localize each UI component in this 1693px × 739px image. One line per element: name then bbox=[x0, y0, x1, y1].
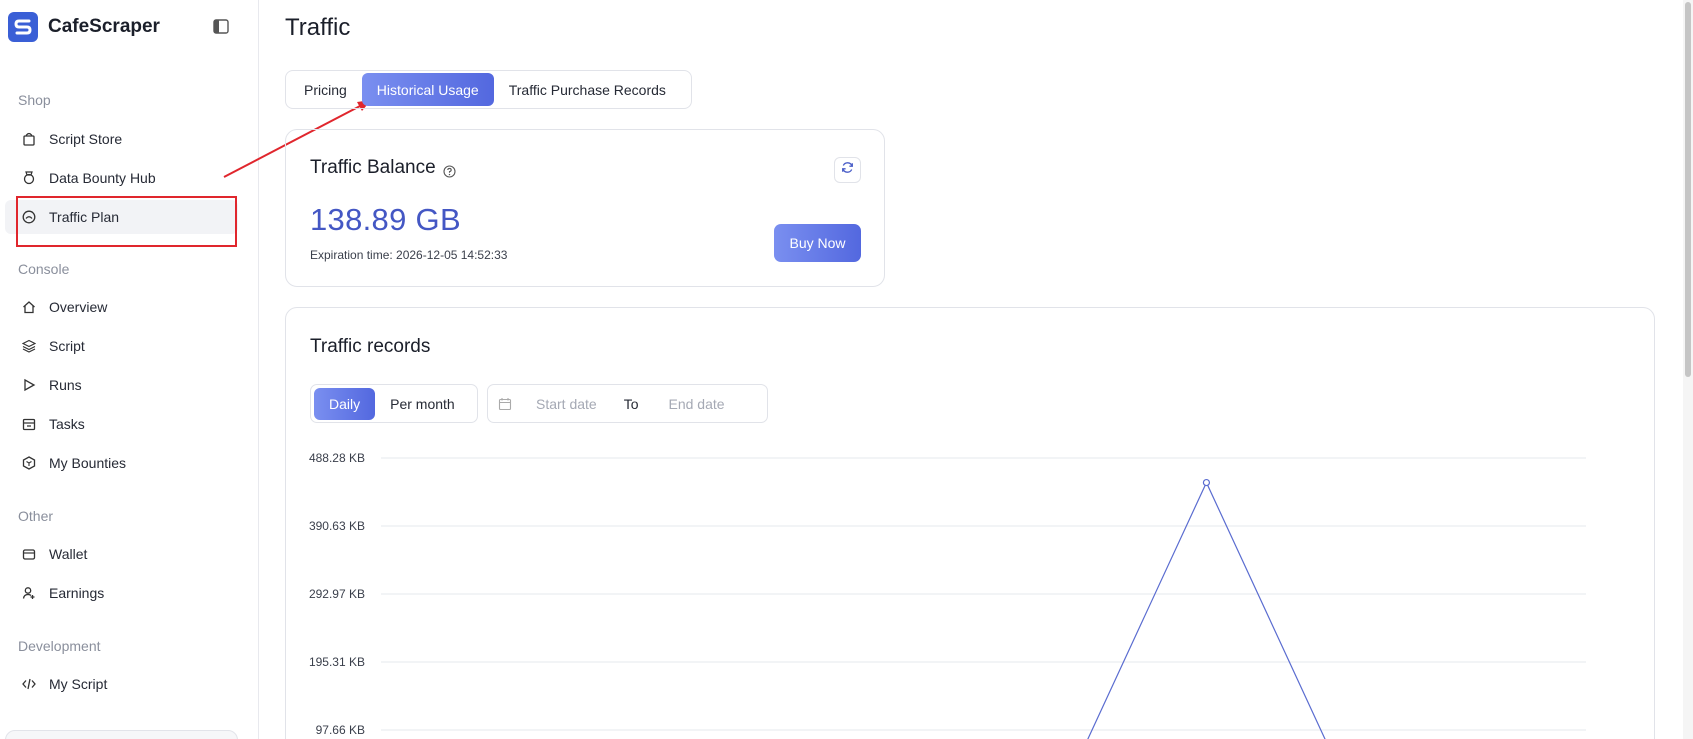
home-icon bbox=[21, 299, 37, 315]
calendar-icon bbox=[21, 416, 37, 432]
app-logo-icon bbox=[8, 12, 38, 42]
sidebar-item-wallet[interactable]: Wallet bbox=[5, 537, 238, 571]
traffic-balance-title-row: Traffic Balance bbox=[310, 157, 456, 179]
sidebar-item-my-script[interactable]: My Script bbox=[5, 667, 238, 701]
sidebar-item-script[interactable]: Script bbox=[5, 329, 238, 363]
series-line bbox=[1087, 481, 1326, 739]
traffic-balance-amount: 138.89 GB bbox=[310, 202, 461, 237]
y-tick-label: 488.28 KB bbox=[309, 451, 365, 465]
expiration-time: Expiration time: 2026-12-05 14:52:33 bbox=[310, 248, 508, 262]
traffic-balance-card: Traffic Balance 138.89 GB Expiration tim… bbox=[285, 129, 885, 287]
sidebar-item-script-store[interactable]: Script Store bbox=[5, 122, 238, 156]
sidebar-item-data-bounty-hub[interactable]: Data Bounty Hub bbox=[5, 161, 238, 195]
badge-icon bbox=[21, 170, 37, 186]
sidebar-item-label: Tasks bbox=[49, 416, 85, 432]
user-plus-icon bbox=[21, 585, 37, 601]
tab-pricing[interactable]: Pricing bbox=[289, 73, 362, 106]
buy-now-button[interactable]: Buy Now bbox=[774, 224, 861, 262]
date-range-separator: To bbox=[623, 395, 639, 412]
traffic-records-card: Traffic records Daily Per month Start da… bbox=[285, 307, 1655, 739]
sidebar-item-label: Data Bounty Hub bbox=[49, 170, 156, 186]
sidebar-item-overview[interactable]: Overview bbox=[5, 290, 238, 324]
app-name: CafeScraper bbox=[48, 16, 160, 37]
sidebar-item-label: Earnings bbox=[49, 585, 105, 601]
wallet-icon bbox=[21, 546, 37, 562]
annotation-highlight-box bbox=[16, 196, 237, 247]
start-date-input[interactable]: Start date bbox=[536, 396, 597, 412]
period-toggle: Daily Per month bbox=[310, 384, 478, 423]
refresh-icon bbox=[841, 161, 854, 179]
bag-icon bbox=[21, 131, 37, 147]
tab-traffic-purchase-records[interactable]: Traffic Purchase Records bbox=[494, 73, 681, 106]
sidebar-item-label: Runs bbox=[49, 377, 82, 393]
period-daily-button[interactable]: Daily bbox=[314, 387, 376, 420]
refresh-button[interactable] bbox=[834, 157, 861, 183]
play-icon bbox=[21, 377, 37, 393]
page-scrollbar[interactable] bbox=[1683, 0, 1693, 739]
y-tick-label: 292.97 KB bbox=[309, 587, 365, 601]
tab-bar: Pricing Historical Usage Traffic Purchas… bbox=[285, 70, 692, 109]
code-icon bbox=[21, 676, 37, 692]
section-label-shop: Shop bbox=[18, 92, 51, 108]
sidebar-item-label: My Bounties bbox=[49, 455, 127, 471]
sidebar-item-label: Script bbox=[49, 338, 85, 354]
sidebar-item-label: Wallet bbox=[49, 546, 88, 562]
y-tick-label: 390.63 KB bbox=[309, 519, 365, 533]
sidebar-item-label: My Script bbox=[49, 676, 108, 692]
date-range-picker[interactable]: Start date To End date bbox=[487, 384, 768, 423]
traffic-line-chart: 488.28 KB 390.63 KB 292.97 KB 195.31 KB 97.6… bbox=[309, 451, 1586, 739]
y-tick-label: 97.66 KB bbox=[316, 723, 365, 737]
period-per-month-button[interactable]: Per month bbox=[375, 388, 470, 420]
sidebar-toggle-icon[interactable] bbox=[213, 19, 229, 34]
end-date-input[interactable]: End date bbox=[669, 396, 725, 412]
traffic-balance-title: Traffic Balance bbox=[310, 157, 436, 178]
section-label-development: Development bbox=[18, 638, 101, 654]
scrollbar-thumb[interactable] bbox=[1685, 2, 1691, 377]
sidebar-item-my-bounties[interactable]: My Bounties bbox=[5, 446, 238, 480]
sidebar-item-label: Overview bbox=[49, 299, 108, 315]
traffic-records-title: Traffic records bbox=[310, 336, 431, 357]
page-title: Traffic bbox=[285, 14, 351, 41]
hexagon-icon bbox=[21, 455, 37, 471]
section-label-console: Console bbox=[18, 261, 70, 277]
sidebar: CafeScraper Shop Script Store Data Bount… bbox=[0, 0, 259, 739]
sidebar-item-runs[interactable]: Runs bbox=[5, 368, 238, 402]
y-tick-label: 195.31 KB bbox=[309, 655, 365, 669]
data-point[interactable] bbox=[1202, 478, 1211, 487]
tab-historical-usage[interactable]: Historical Usage bbox=[361, 73, 494, 106]
question-circle-icon[interactable] bbox=[443, 162, 456, 178]
sidebar-item-earnings[interactable]: Earnings bbox=[5, 576, 238, 610]
sidebar-footer-card[interactable] bbox=[5, 730, 238, 739]
sidebar-item-label: Script Store bbox=[49, 131, 123, 147]
sidebar-item-tasks[interactable]: Tasks bbox=[5, 407, 238, 441]
brand[interactable]: CafeScraper bbox=[8, 12, 160, 42]
calendar-icon bbox=[498, 397, 512, 411]
layers-icon bbox=[21, 338, 37, 354]
section-label-other: Other bbox=[18, 508, 54, 524]
